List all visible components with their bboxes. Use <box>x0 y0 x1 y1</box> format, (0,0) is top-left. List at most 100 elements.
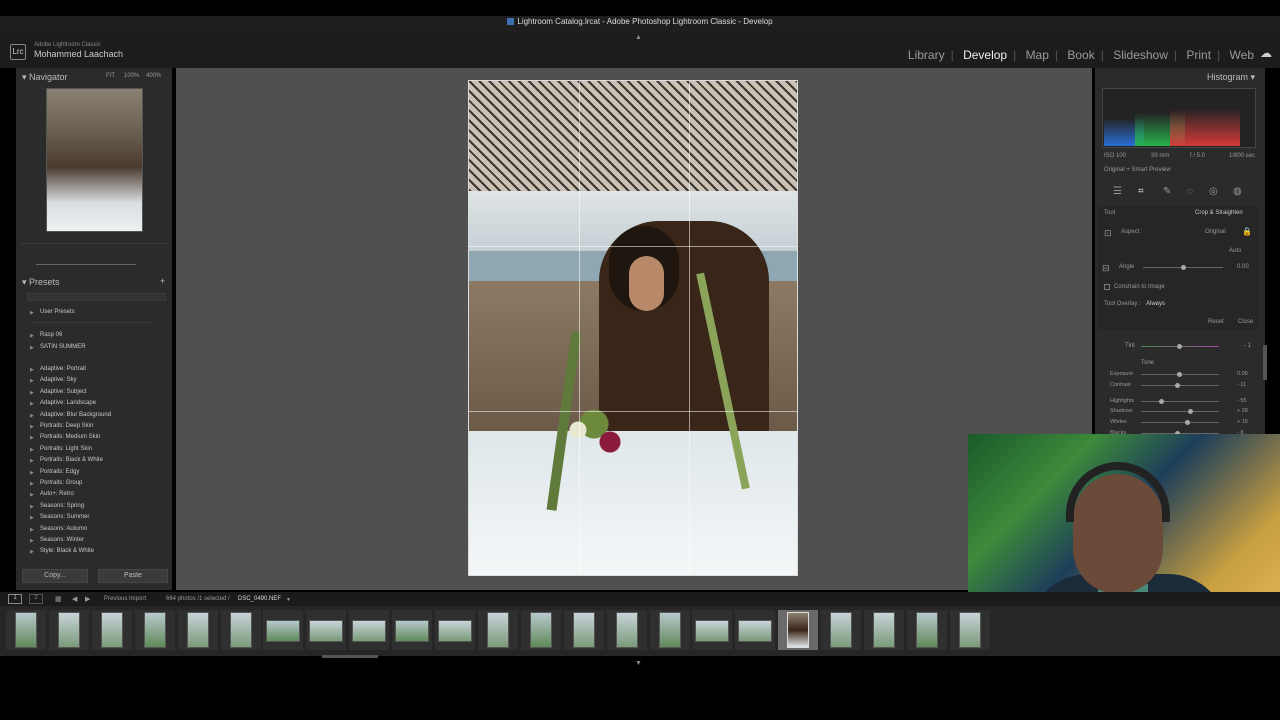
angle-slider-knob[interactable] <box>1181 265 1186 270</box>
filmstrip-thumbnail[interactable] <box>830 612 853 648</box>
cloud-icon[interactable]: ☁ <box>1260 46 1272 60</box>
photo-preview[interactable] <box>468 80 798 576</box>
preset-expand-icon[interactable]: ▶ <box>30 413 34 419</box>
preset-expand-icon[interactable]: ▶ <box>30 378 34 384</box>
filmstrip-thumbnail[interactable] <box>395 620 430 642</box>
tone-slider[interactable] <box>1141 401 1219 402</box>
edit-sliders-icon[interactable]: ☰ <box>1113 186 1122 197</box>
tint-value[interactable]: - 1 <box>1244 343 1251 349</box>
angle-value[interactable]: 0.00 <box>1237 264 1249 270</box>
filmstrip-thumbnail[interactable] <box>100 612 123 648</box>
preset-item[interactable]: Portraits: Edgy <box>40 469 79 475</box>
reset-button[interactable]: Reset <box>1208 319 1224 325</box>
preset-expand-icon[interactable]: ▶ <box>30 538 34 544</box>
tone-slider-knob[interactable] <box>1185 420 1190 425</box>
filmstrip-thumbnail[interactable] <box>229 612 252 648</box>
tone-slider-value[interactable]: 0.00 <box>1237 371 1248 377</box>
tone-slider-value[interactable]: + 28 <box>1237 408 1248 414</box>
module-web[interactable]: Web <box>1230 48 1254 62</box>
preset-expand-icon[interactable]: ▶ <box>30 504 34 510</box>
top-panel-toggle-icon[interactable]: ▲ <box>635 34 642 41</box>
tone-slider-knob[interactable] <box>1159 399 1164 404</box>
preset-item[interactable]: Adaptive: Landscape <box>40 400 96 406</box>
preset-group[interactable]: User Presets <box>40 309 75 315</box>
preset-expand-icon[interactable]: ▶ <box>30 447 34 453</box>
filmstrip-thumbnail[interactable] <box>309 620 344 642</box>
filmstrip-thumbnail[interactable] <box>438 620 472 642</box>
module-slideshow[interactable]: Slideshow <box>1113 48 1168 62</box>
filmstrip-toggle-icon[interactable]: ▼ <box>635 660 642 667</box>
masking-icon[interactable]: ◎ <box>1209 186 1218 197</box>
tone-slider[interactable] <box>1141 422 1219 423</box>
filmstrip-thumbnail[interactable] <box>695 620 730 642</box>
histogram-header[interactable]: Histogram ▾ <box>1207 72 1255 83</box>
aspect-select[interactable]: Original <box>1205 229 1226 235</box>
preset-item[interactable]: Seasons: Winter <box>40 537 84 543</box>
straighten-tool-icon[interactable]: ⊟ <box>1102 263 1110 274</box>
module-print[interactable]: Print <box>1186 48 1211 62</box>
tone-slider-value[interactable]: - 55 <box>1237 398 1246 404</box>
tint-slider-knob[interactable] <box>1177 344 1182 349</box>
lock-icon[interactable]: 🔒 <box>1242 227 1252 236</box>
filmstrip-thumbnail[interactable] <box>958 612 981 648</box>
healing-icon[interactable]: ✎ <box>1163 186 1171 197</box>
preset-expand-icon[interactable]: ▶ <box>30 310 34 316</box>
filmstrip-thumbnail[interactable] <box>266 620 301 642</box>
filmstrip-thumbnail[interactable] <box>486 612 509 648</box>
tone-slider-value[interactable]: + 15 <box>1237 419 1248 425</box>
preset-expand-icon[interactable]: ▶ <box>30 458 34 464</box>
preset-item[interactable]: Adaptive: Blur Background <box>40 412 111 418</box>
preset-expand-icon[interactable]: ▶ <box>30 390 34 396</box>
main-window-button[interactable]: 1 <box>8 594 22 604</box>
filmstrip-thumbnail[interactable] <box>915 612 938 648</box>
filename-dropdown-icon[interactable]: ▾ <box>287 596 290 603</box>
overlay-select[interactable]: Always <box>1146 301 1165 307</box>
preset-item[interactable]: Adaptive: Portrait <box>40 366 86 372</box>
navigator-slider[interactable] <box>36 264 136 265</box>
preset-item[interactable]: Seasons: Summer <box>40 514 89 520</box>
preset-group[interactable]: Rasp 06 <box>40 332 62 338</box>
preset-item[interactable]: Seasons: Spring <box>40 503 84 509</box>
auto-button[interactable]: Auto <box>1229 248 1241 254</box>
red-eye-icon[interactable]: ◌ <box>1187 186 1193 197</box>
preset-item[interactable]: Style: Black & White <box>40 548 94 554</box>
paste-button[interactable]: Paste <box>98 569 168 583</box>
preset-search-input[interactable] <box>27 293 166 301</box>
preset-expand-icon[interactable]: ▶ <box>30 549 34 555</box>
preset-item[interactable]: Portraits: Light Skin <box>40 446 92 452</box>
right-panel-scrollbar[interactable] <box>1263 345 1267 380</box>
tone-slider-knob[interactable] <box>1188 409 1193 414</box>
preset-item[interactable]: Portraits: Deep Skin <box>40 423 93 429</box>
zoom-fit[interactable]: FIT <box>106 73 115 79</box>
module-develop[interactable]: Develop <box>963 48 1007 62</box>
preset-expand-icon[interactable]: ▶ <box>30 424 34 430</box>
preset-expand-icon[interactable]: ▶ <box>30 481 34 487</box>
tone-slider-knob[interactable] <box>1177 372 1182 377</box>
tone-slider[interactable] <box>1141 411 1219 412</box>
preset-item[interactable]: Portraits: Group <box>40 480 82 486</box>
back-arrow-icon[interactable]: ◀ <box>72 595 77 603</box>
add-preset-button[interactable]: + <box>160 276 165 286</box>
filmstrip-thumbnail[interactable] <box>529 612 552 648</box>
filmstrip-filename[interactable]: DSC_0490.NEF <box>238 596 281 602</box>
tone-slider[interactable] <box>1141 385 1219 386</box>
forward-arrow-icon[interactable]: ▶ <box>85 595 90 603</box>
zoom-100[interactable]: 100% <box>124 73 139 79</box>
preset-expand-icon[interactable]: ▶ <box>30 527 34 533</box>
crop-frame-icon[interactable]: ⊡ <box>1104 228 1112 239</box>
preset-expand-icon[interactable]: ▶ <box>30 515 34 521</box>
copy-button[interactable]: Copy... <box>22 569 88 583</box>
preset-item[interactable]: Portraits: Medium Skin <box>40 434 100 440</box>
tone-slider-knob[interactable] <box>1175 383 1180 388</box>
constrain-checkbox[interactable] <box>1104 284 1110 290</box>
navigator-preview[interactable] <box>46 88 143 232</box>
preset-item[interactable]: Portraits: Black & White <box>40 457 103 463</box>
mask-icon[interactable]: ◍ <box>1233 186 1242 197</box>
filmstrip-thumbnail[interactable] <box>873 612 895 648</box>
filmstrip-thumbnail[interactable] <box>572 612 595 648</box>
filmstrip-source[interactable]: Previous Import <box>104 596 146 602</box>
zoom-400[interactable]: 400% <box>146 73 161 79</box>
preset-group[interactable]: SATIN SUMMER <box>40 344 86 350</box>
filmstrip-thumbnail[interactable] <box>615 612 638 648</box>
presets-header[interactable]: ▾ Presets <box>22 277 60 288</box>
